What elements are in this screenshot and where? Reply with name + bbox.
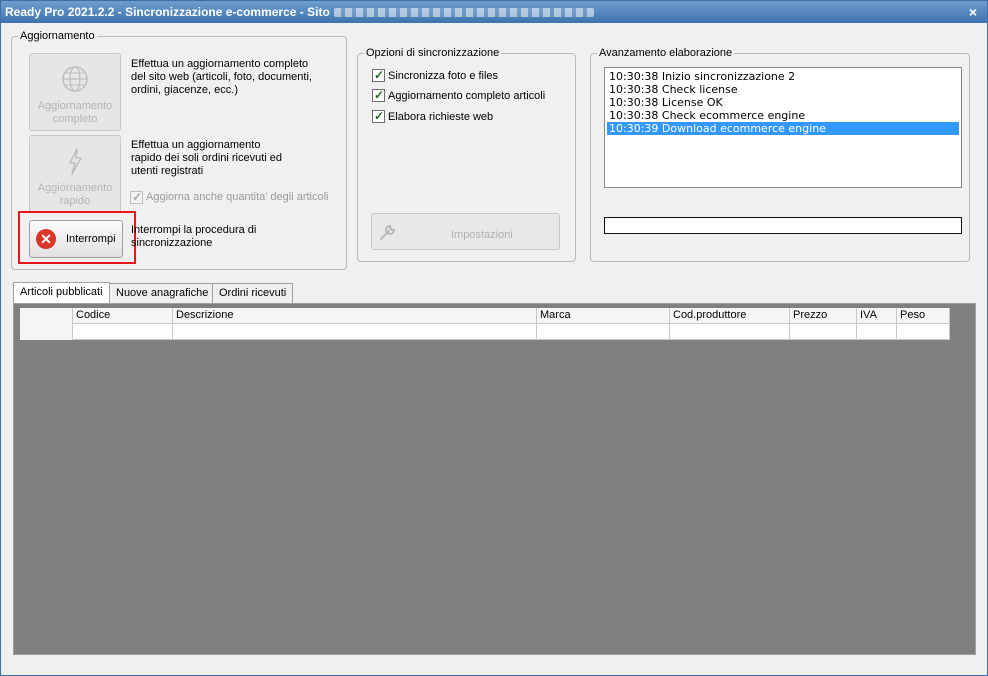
update-qty-label: Aggiorna anche quantita' degli articoli [146,191,329,203]
sync-photos-label: Sincronizza foto e files [388,70,499,82]
grid-cell[interactable] [73,324,173,340]
column-header-marca[interactable]: Marca [537,308,670,324]
column-header-cod-produttore[interactable]: Cod.produttore [670,308,790,324]
articles-grid[interactable]: Codice Descrizione Marca Cod.produttore … [20,308,950,340]
close-icon[interactable]: × [965,1,981,23]
grid-header-row: Codice Descrizione Marca Cod.produttore … [20,308,950,324]
progress-group-label: Avanzamento elaborazione [597,46,735,60]
grid-cell[interactable] [897,324,950,340]
web-requests-checkbox[interactable] [372,109,385,123]
full-update-description: Effettua un aggiornamento completo del s… [131,58,312,96]
stop-description: Interrompi la procedura di sincronizzazi… [131,224,257,249]
grid-cell[interactable] [537,324,670,340]
grid-cell[interactable] [173,324,537,340]
full-articles-checkbox[interactable] [372,88,385,102]
blurred-site-name [333,8,594,18]
column-header-descrizione[interactable]: Descrizione [173,308,537,324]
log-line[interactable]: 10:30:38 Check license [607,83,959,96]
grid-corner-cell [20,308,73,324]
log-line[interactable]: 10:30:38 License OK [607,96,959,109]
grid-cell[interactable] [857,324,897,340]
aggiornamento-group-label: Aggiornamento [18,29,97,43]
window-title: Ready Pro 2021.2.2 - Sincronizzazione e-… [5,5,330,19]
log-line[interactable]: 10:30:38 Inizio sincronizzazione 2 [607,70,959,83]
options-group-label: Opzioni di sincronizzazione [364,46,502,60]
tab-ordini-ricevuti[interactable]: Ordini ricevuti [212,283,294,303]
settings-button[interactable]: Impostazioni [371,213,560,250]
lightning-icon [69,148,82,175]
grid-cell[interactable] [670,324,790,340]
log-list[interactable]: 10:30:38 Inizio sincronizzazione 2 10:30… [604,67,962,188]
wrench-icon [380,224,396,240]
full-articles-label: Aggiornamento completo articoli [388,90,546,102]
web-requests-label: Elabora richieste web [388,111,494,123]
column-header-iva[interactable]: IVA [857,308,897,324]
column-header-peso[interactable]: Peso [897,308,950,324]
column-header-prezzo[interactable]: Prezzo [790,308,857,324]
row-header-cell [20,324,73,340]
quick-update-description: Effettua un aggiornamento rapido dei sol… [131,139,283,177]
log-line-selected[interactable]: 10:30:39 Download ecommerce engine [607,122,959,135]
tab-articoli-pubblicati[interactable]: Articoli pubblicati [13,282,110,303]
table-row[interactable] [20,324,950,340]
articles-grid-area: Codice Descrizione Marca Cod.produttore … [13,303,976,655]
full-update-button[interactable]: Aggiornamento completo [29,53,121,131]
column-header-codice[interactable]: Codice [73,308,173,324]
log-line[interactable]: 10:30:38 Check ecommerce engine [607,109,959,122]
title-bar: Ready Pro 2021.2.2 - Sincronizzazione e-… [1,1,987,23]
settings-button-label: Impostazioni [451,229,513,241]
progress-bar [604,217,962,234]
update-qty-checkbox[interactable] [130,190,143,204]
quick-update-button-label: Aggiornamento rapido [37,182,113,207]
quick-update-button[interactable]: Aggiornamento rapido [29,135,121,213]
sync-window: Ready Pro 2021.2.2 - Sincronizzazione e-… [0,0,988,676]
sync-photos-checkbox[interactable] [372,68,385,82]
stop-button-highlight [18,211,136,264]
tab-nuove-anagrafiche[interactable]: Nuove anagrafiche [109,283,216,303]
grid-cell[interactable] [790,324,857,340]
globe-icon [62,66,88,92]
full-update-button-label: Aggiornamento completo [37,100,113,125]
